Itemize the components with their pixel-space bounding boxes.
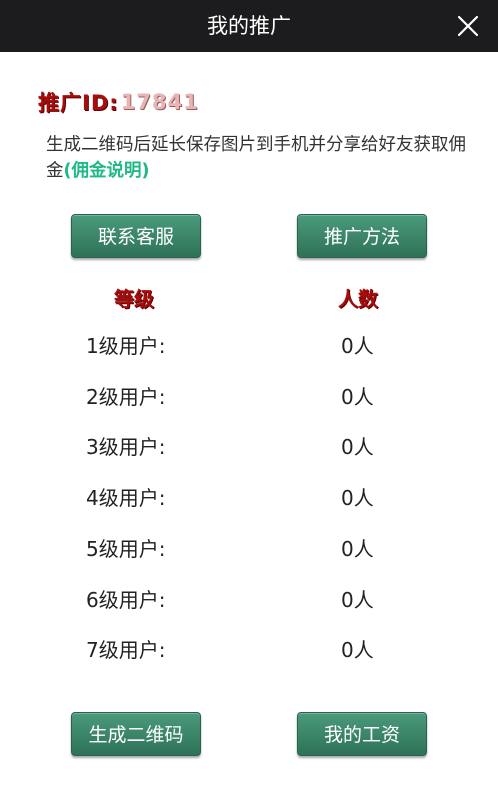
table-row: 6级用户: 0人 [0, 584, 498, 616]
user-count-value: 0人 [341, 384, 374, 409]
table-row: 5级用户: 0人 [0, 533, 498, 565]
table-row: 3级用户: 0人 [0, 431, 498, 463]
count-column-header: 人数 [338, 287, 378, 311]
user-count-value: 0人 [341, 486, 374, 511]
promotion-method-button[interactable]: 推广方法 [297, 214, 427, 258]
level-column-header: 等级 [114, 287, 154, 311]
promo-id: 推广ID: 17841 [38, 87, 199, 117]
user-level-label: 7级用户: [86, 638, 166, 663]
commission-info-link[interactable]: (佣金说明) [64, 161, 150, 181]
top-bar: 我的推广 [0, 0, 498, 52]
user-level-label: 5级用户: [86, 536, 166, 561]
user-count-value: 0人 [341, 435, 374, 460]
description: 生成二维码后延长保存图片到手机并分享给好友获取佣金(佣金说明) [46, 132, 466, 184]
promo-id-value: 17841 [120, 90, 199, 114]
user-level-label: 2级用户: [86, 384, 166, 409]
user-count-value: 0人 [341, 638, 374, 663]
table-row: 1级用户: 0人 [0, 330, 498, 362]
page-title: 我的推广 [207, 14, 291, 38]
table-row: 2级用户: 0人 [0, 381, 498, 413]
contact-support-button[interactable]: 联系客服 [71, 214, 201, 258]
close-button[interactable] [454, 12, 482, 40]
generate-qrcode-button[interactable]: 生成二维码 [71, 712, 201, 756]
user-count-value: 0人 [341, 334, 374, 358]
user-count-value: 0人 [341, 587, 374, 612]
close-icon [457, 15, 479, 37]
my-salary-button[interactable]: 我的工资 [297, 712, 427, 756]
user-count-value: 0人 [341, 536, 374, 561]
table-row: 7级用户: 0人 [0, 634, 498, 666]
user-level-label: 3级用户: [86, 435, 166, 460]
user-level-label: 6级用户: [86, 587, 166, 612]
promo-id-label: 推广ID: [38, 91, 119, 115]
user-level-label: 1级用户: [86, 334, 166, 358]
table-row: 4级用户: 0人 [0, 482, 498, 514]
user-level-label: 4级用户: [86, 486, 166, 511]
